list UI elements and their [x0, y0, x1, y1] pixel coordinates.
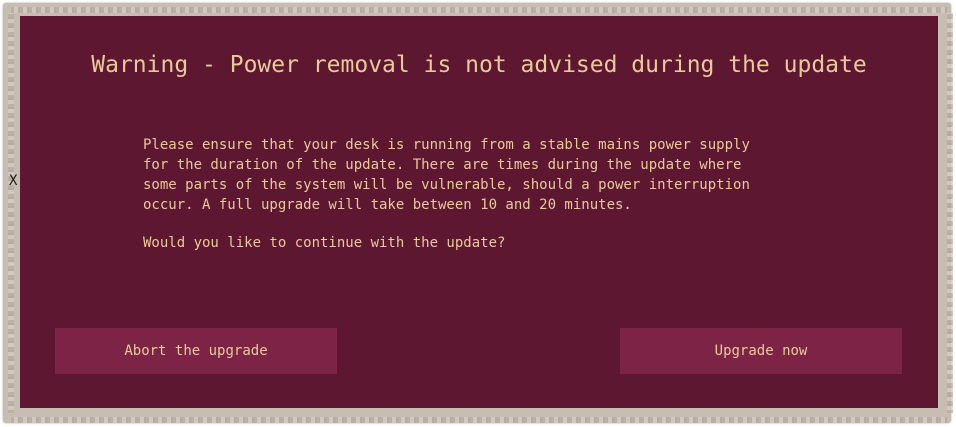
stray-x-mark: X [9, 173, 18, 189]
torn-edge-bottom [11, 417, 947, 423]
torn-edge-top [11, 7, 947, 13]
abort-upgrade-button[interactable]: Abort the upgrade [55, 328, 337, 374]
dialog-question: Would you like to continue with the upda… [143, 235, 506, 251]
dialog-message-block: Please ensure that your desk is running … [143, 135, 843, 253]
dialog-title: Warning - Power removal is not advised d… [91, 52, 867, 78]
update-warning-dialog: Warning - Power removal is not advised d… [20, 16, 938, 408]
upgrade-now-button[interactable]: Upgrade now [620, 328, 902, 374]
torn-edge-left [8, 13, 14, 413]
torn-edge-right [947, 13, 953, 413]
dialog-message: Please ensure that your desk is running … [143, 137, 750, 213]
